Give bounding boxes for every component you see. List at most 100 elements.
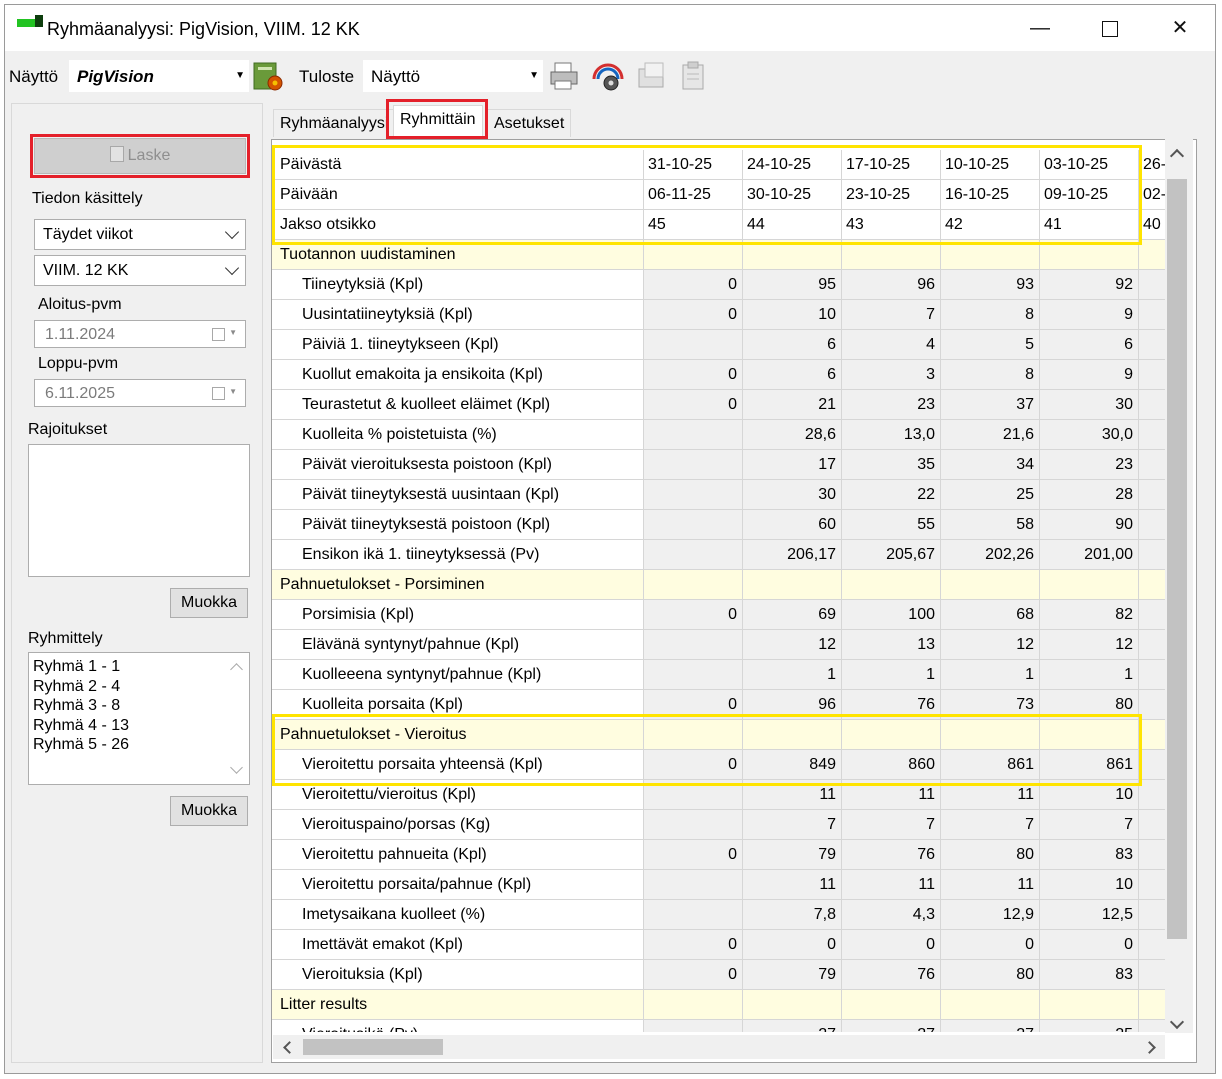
grid-cell[interactable]: 80: [941, 960, 1040, 990]
grid-cell[interactable]: 02-: [1139, 180, 1166, 210]
grid-cell[interactable]: [1139, 690, 1166, 720]
grid-cell[interactable]: 9: [1040, 300, 1139, 330]
grid-cell[interactable]: [1040, 570, 1139, 600]
list-item[interactable]: Ryhmä 4 - 13: [29, 716, 249, 736]
grid-cell[interactable]: [1139, 390, 1166, 420]
list-scrollbar[interactable]: [227, 653, 249, 784]
scrollbar-thumb[interactable]: [303, 1039, 443, 1055]
grid-cell[interactable]: 4: [842, 330, 941, 360]
grid-cell[interactable]: [644, 540, 743, 570]
table-row[interactable]: Tiineytyksiä (Kpl) 0 95 96 93 92: [272, 270, 1166, 300]
grid-cell[interactable]: 0: [644, 270, 743, 300]
grid-cell[interactable]: [1139, 540, 1166, 570]
grid-cell[interactable]: [1139, 330, 1166, 360]
grid-cell[interactable]: [644, 810, 743, 840]
grid-cell[interactable]: 0: [644, 840, 743, 870]
grid-cell[interactable]: 23: [842, 390, 941, 420]
grid-cell[interactable]: [644, 900, 743, 930]
grid-cell[interactable]: 60: [743, 510, 842, 540]
grid-cell[interactable]: 30: [743, 480, 842, 510]
table-row[interactable]: Vieroitettu porsaita/pahnue (Kpl) 11 11 11 1…: [272, 870, 1166, 900]
grid-cell[interactable]: 6: [743, 330, 842, 360]
grid-cell[interactable]: 76: [842, 840, 941, 870]
grid-cell[interactable]: 27: [842, 1020, 941, 1032]
grid-cell[interactable]: 25: [1040, 1020, 1139, 1032]
grid-cell[interactable]: 26-: [1139, 150, 1166, 180]
grid-cell[interactable]: 28: [1040, 480, 1139, 510]
settings-gear-icon[interactable]: [251, 59, 285, 93]
grid-cell[interactable]: 0: [644, 390, 743, 420]
grid-cell[interactable]: 12,9: [941, 900, 1040, 930]
grid-cell[interactable]: 7: [842, 300, 941, 330]
table-row[interactable]: Teurastetut & kuolleet eläimet (Kpl) 0 21 2…: [272, 390, 1166, 420]
grid-cell[interactable]: 25: [941, 480, 1040, 510]
ryhmittely-list[interactable]: Ryhmä 1 - 1 Ryhmä 2 - 4 Ryhmä 3 - 8 Ryhm…: [28, 652, 250, 785]
grid-cell[interactable]: 205,67: [842, 540, 941, 570]
grid-cell[interactable]: 92: [1040, 270, 1139, 300]
grid-cell[interactable]: 1: [743, 660, 842, 690]
grid-cell[interactable]: [1040, 990, 1139, 1020]
grid-cell[interactable]: 17: [743, 450, 842, 480]
close-button[interactable]: ✕: [1145, 5, 1215, 51]
grid-cell[interactable]: [644, 450, 743, 480]
grid-cell[interactable]: 7: [1040, 810, 1139, 840]
grid-cell[interactable]: 13: [842, 630, 941, 660]
table-row[interactable]: Päivät tiineytyksestä uusintaan (Kpl) 30 2…: [272, 480, 1166, 510]
grid-cell[interactable]: 96: [842, 270, 941, 300]
print-icon[interactable]: [547, 59, 581, 93]
grid-cell[interactable]: [1139, 270, 1166, 300]
grid-cell[interactable]: [1139, 420, 1166, 450]
table-row[interactable]: Vieroitettu pahnueita (Kpl) 0 79 76 80 83: [272, 840, 1166, 870]
grid-cell[interactable]: [1139, 780, 1166, 810]
grid-cell[interactable]: [1139, 810, 1166, 840]
muokka-rajoitukset-button[interactable]: Muokka: [170, 588, 248, 618]
grid-cell[interactable]: 40: [1139, 210, 1166, 240]
grid-cell[interactable]: 34: [941, 450, 1040, 480]
grid-cell[interactable]: [1139, 510, 1166, 540]
grid-cell[interactable]: 68: [941, 600, 1040, 630]
grid-cell[interactable]: 95: [743, 270, 842, 300]
grid-cell[interactable]: 83: [1040, 840, 1139, 870]
grid-cell[interactable]: 83: [1040, 960, 1139, 990]
grid-cell[interactable]: 8: [941, 360, 1040, 390]
grid-cell[interactable]: [1139, 990, 1166, 1020]
table-row[interactable]: Vieroitusikä (Pv)27272725: [272, 1020, 1166, 1032]
grid-cell[interactable]: [1139, 600, 1166, 630]
grid-cell[interactable]: [1139, 240, 1166, 270]
grid-cell[interactable]: 10: [743, 300, 842, 330]
grid-cell[interactable]: 0: [644, 300, 743, 330]
grid-cell[interactable]: 12: [1040, 630, 1139, 660]
grid-cell[interactable]: [644, 570, 743, 600]
table-row[interactable]: Päivät vieroituksesta poistoon (Kpl) 17 35…: [272, 450, 1166, 480]
grid-cell[interactable]: [1139, 300, 1166, 330]
grid-cell[interactable]: 79: [743, 960, 842, 990]
grid-cell[interactable]: [1139, 450, 1166, 480]
grid-cell[interactable]: 0: [644, 600, 743, 630]
grid-cell[interactable]: [1139, 1020, 1166, 1032]
list-item[interactable]: Ryhmä 1 - 1: [29, 657, 249, 677]
muokka-ryhmittely-button[interactable]: Muokka: [170, 796, 248, 826]
grid-cell[interactable]: [1139, 360, 1166, 390]
grid-cell[interactable]: [1139, 660, 1166, 690]
grid-cell[interactable]: 1: [842, 660, 941, 690]
grid-cell[interactable]: [644, 330, 743, 360]
grid-cell[interactable]: 0: [644, 960, 743, 990]
grid-cell[interactable]: [644, 1020, 743, 1032]
rajoitukset-box[interactable]: [28, 444, 250, 577]
grid-cell[interactable]: 100: [842, 600, 941, 630]
grid-cell[interactable]: 21: [743, 390, 842, 420]
table-row[interactable]: Porsimisia (Kpl) 0 69 100 68 82: [272, 600, 1166, 630]
results-grid[interactable]: Päivästä 31-10-25 24-10-25 17-10-25 10-10-25…: [271, 139, 1197, 1063]
grid-cell[interactable]: 35: [842, 450, 941, 480]
grid-cell[interactable]: 0: [842, 930, 941, 960]
aloitus-date-field[interactable]: 1.11.2024 ▼: [34, 320, 246, 348]
grid-cell[interactable]: 5: [941, 330, 1040, 360]
tuloste-combo[interactable]: Näyttö ▼: [363, 60, 543, 92]
grid-cell[interactable]: 10: [1040, 870, 1139, 900]
grid-cell[interactable]: 27: [941, 1020, 1040, 1032]
loppu-date-field[interactable]: 6.11.2025 ▼: [34, 379, 246, 407]
grid-cell[interactable]: 0: [644, 930, 743, 960]
grid-cell[interactable]: [1139, 630, 1166, 660]
grid-cell[interactable]: 30: [1040, 390, 1139, 420]
grid-cell[interactable]: [941, 570, 1040, 600]
